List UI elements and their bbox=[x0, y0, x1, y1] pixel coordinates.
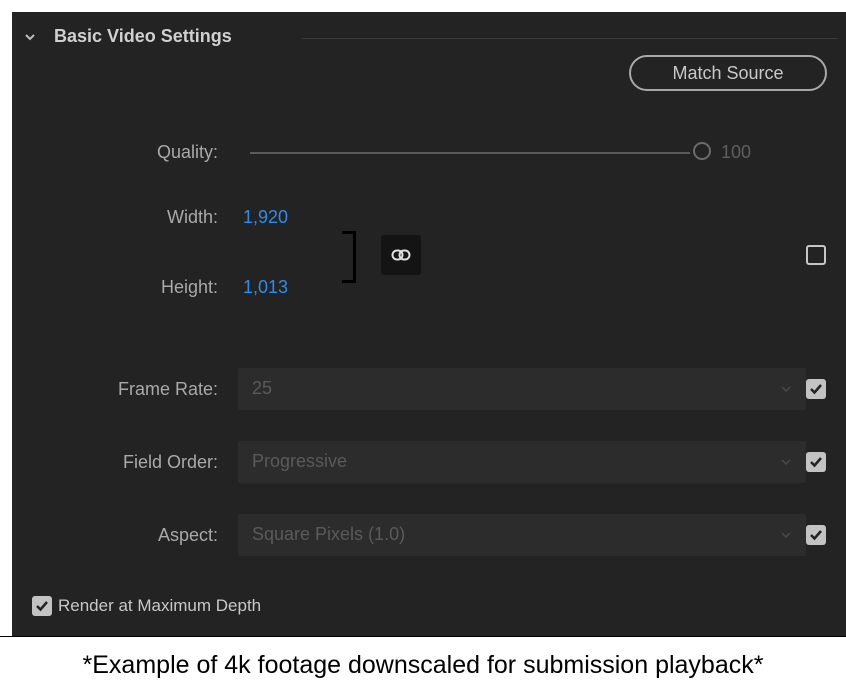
chevron-down-icon bbox=[781, 532, 791, 539]
video-settings-panel: Basic Video Settings Match Source Qualit… bbox=[12, 12, 846, 636]
field-order-label: Field Order: bbox=[122, 452, 218, 472]
checkmark-icon bbox=[810, 384, 822, 395]
frame-rate-label: Frame Rate: bbox=[117, 379, 218, 399]
frame-rate-value: 25 bbox=[252, 378, 273, 398]
checkmark-icon bbox=[36, 601, 48, 612]
aspect-checkbox[interactable] bbox=[806, 525, 826, 545]
quality-value: 100 bbox=[721, 142, 752, 162]
section-title: Basic Video Settings bbox=[54, 26, 232, 46]
render-max-depth-checkbox[interactable] bbox=[32, 596, 52, 616]
frame-rate-dropdown[interactable]: 25 bbox=[238, 368, 806, 410]
field-order-dropdown[interactable]: Progressive bbox=[238, 441, 806, 483]
checkmark-icon bbox=[810, 530, 822, 541]
field-order-checkbox[interactable] bbox=[806, 452, 826, 472]
chevron-down-icon[interactable] bbox=[24, 31, 36, 43]
aspect-dropdown[interactable]: Square Pixels (1.0) bbox=[238, 514, 806, 556]
dimensions-override-checkbox[interactable] bbox=[806, 245, 826, 265]
width-value[interactable]: 1,920 bbox=[243, 207, 288, 228]
height-label: Height: bbox=[160, 277, 218, 297]
render-max-depth-option[interactable]: Render at Maximum Depth bbox=[32, 596, 261, 616]
quality-slider-handle[interactable] bbox=[693, 142, 711, 160]
height-value[interactable]: 1,013 bbox=[243, 277, 288, 298]
header-divider bbox=[302, 38, 838, 39]
render-max-depth-label: Render at Maximum Depth bbox=[58, 596, 262, 615]
field-order-value: Progressive bbox=[252, 451, 348, 471]
frame-rate-checkbox[interactable] bbox=[806, 379, 826, 399]
chevron-down-icon bbox=[781, 459, 791, 466]
match-source-button[interactable]: Match Source bbox=[629, 55, 827, 91]
link-icon bbox=[391, 249, 411, 261]
width-label: Width: bbox=[166, 207, 218, 227]
image-caption: *Example of 4k footage downscaled for su… bbox=[0, 636, 846, 694]
chevron-down-icon bbox=[781, 386, 791, 393]
aspect-value: Square Pixels (1.0) bbox=[252, 524, 406, 544]
quality-label: Quality: bbox=[156, 142, 218, 162]
quality-slider-track[interactable] bbox=[250, 152, 690, 154]
checkmark-icon bbox=[810, 457, 822, 468]
aspect-label: Aspect: bbox=[157, 525, 218, 545]
constrain-proportions-button[interactable] bbox=[381, 235, 421, 275]
section-header[interactable]: Basic Video Settings bbox=[24, 26, 232, 47]
dimension-link-bracket bbox=[342, 231, 356, 283]
